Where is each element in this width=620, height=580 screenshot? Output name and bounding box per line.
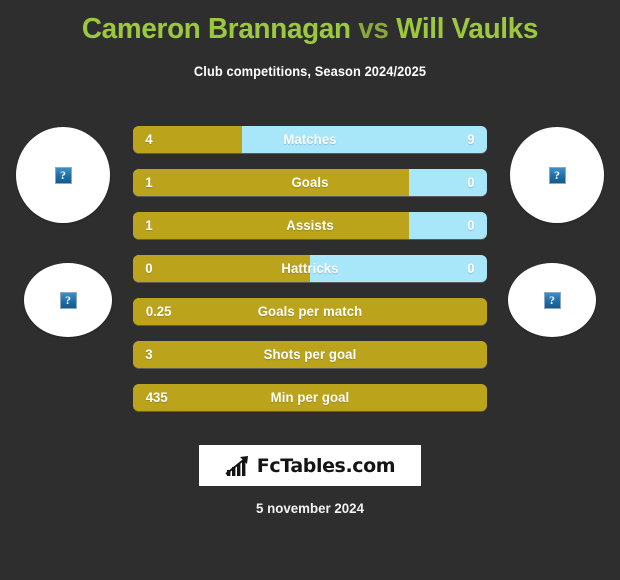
avatar-right-bottom: ? — [508, 263, 596, 337]
broken-image-glyph: ? — [65, 293, 71, 307]
bar-chart-trend-icon — [225, 455, 251, 477]
stat-label: Shots per goal — [263, 346, 357, 362]
broken-image-icon: ? — [548, 166, 566, 184]
versus-label: vs — [358, 13, 389, 45]
player-left-name: Cameron Brannagan — [81, 13, 351, 45]
broken-image-glyph: ? — [60, 168, 66, 182]
page-subtitle: Club competitions, Season 2024/2025 — [193, 64, 427, 79]
avatar-left-top: ? — [16, 127, 110, 223]
fctables-logo-text: FcTables.com — [256, 454, 396, 477]
broken-image-glyph: ? — [549, 293, 555, 307]
broken-image-icon: ? — [543, 291, 561, 309]
avatar-right-top: ? — [510, 127, 604, 223]
stat-row: 435 Min per goal — [133, 384, 487, 411]
stat-row: 0 Hattricks 0 — [133, 255, 487, 282]
fctables-logo[interactable]: FcTables.com — [199, 445, 421, 486]
header: Cameron Brannagan vs Will Vaulks Club co… — [0, 0, 620, 79]
avatar-left-bottom: ? — [24, 263, 112, 337]
stat-label: Matches — [283, 131, 337, 147]
stat-row: 0.25 Goals per match — [133, 298, 487, 325]
page-title: Cameron Brannagan vs Will Vaulks — [12, 12, 607, 46]
stat-value-right: 0 — [467, 217, 475, 233]
stat-value-right: 9 — [467, 131, 475, 147]
stat-value-right: 0 — [467, 174, 475, 190]
broken-image-icon: ? — [54, 166, 72, 184]
broken-image-icon: ? — [59, 291, 77, 309]
stat-comparison-list: 4 Matches 9 1 Goals 0 1 Assists 0 0 Hatt… — [133, 126, 487, 427]
stat-row: 1 Assists 0 — [133, 212, 487, 239]
stat-row: 3 Shots per goal — [133, 341, 487, 368]
stat-label: Goals — [291, 174, 329, 190]
stat-row: 4 Matches 9 — [133, 126, 487, 153]
stat-label: Hattricks — [281, 260, 339, 276]
player-right-name: Will Vaulks — [396, 13, 539, 45]
stat-label: Goals per match — [257, 303, 363, 319]
stat-value-right: 0 — [467, 260, 475, 276]
generated-date: 5 november 2024 — [256, 500, 364, 516]
broken-image-glyph: ? — [554, 168, 560, 182]
stat-label: Assists — [286, 217, 334, 233]
stat-row: 1 Goals 0 — [133, 169, 487, 196]
stat-label: Min per goal — [270, 389, 350, 405]
